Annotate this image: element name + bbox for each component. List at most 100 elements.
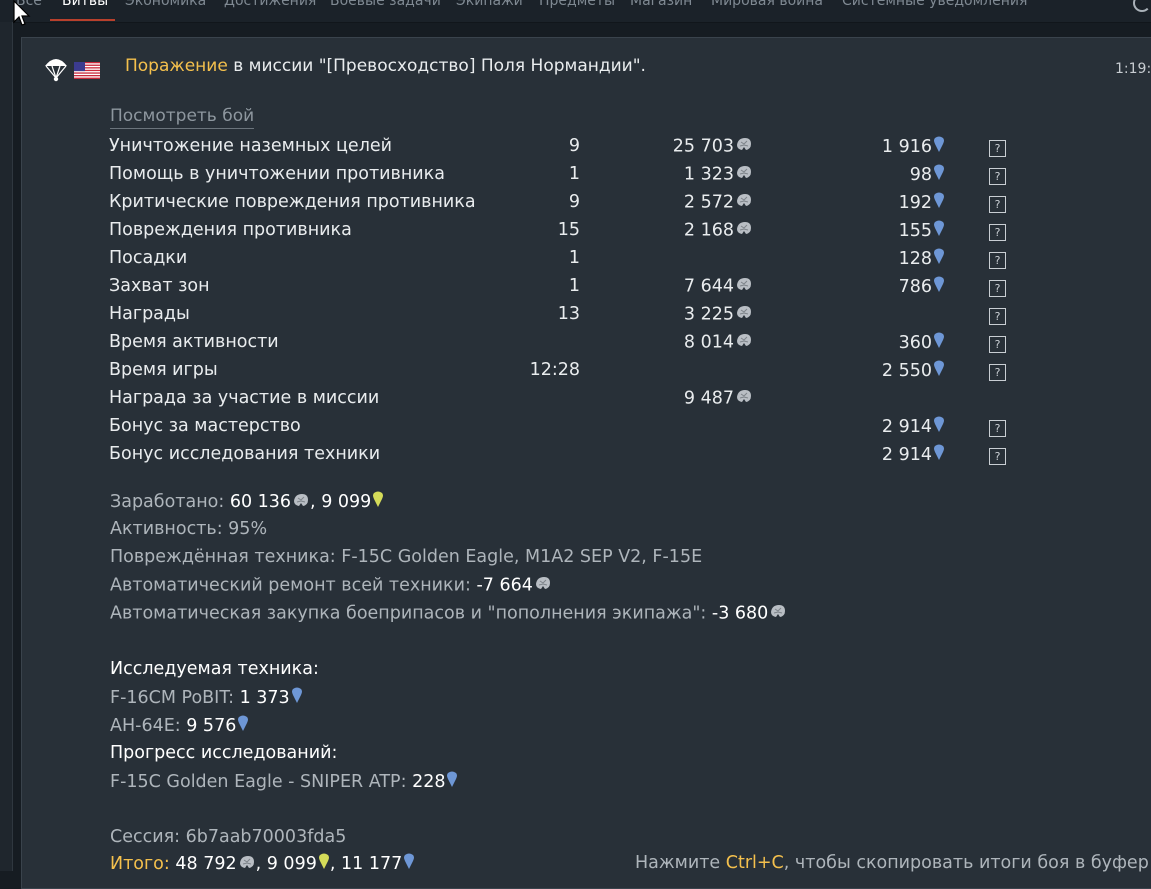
research-point-icon: [933, 248, 945, 270]
row-label: Уничтожение наземных целей: [109, 136, 393, 156]
silver-lion-icon: [238, 854, 256, 875]
row-silver: 2 572: [684, 192, 753, 213]
silver-lion-icon: [292, 492, 310, 513]
message-time: 1:19:: [1115, 61, 1151, 77]
row-research-points: 192: [899, 192, 945, 214]
help-icon[interactable]: ?: [989, 196, 1006, 213]
row-label: Время игры: [109, 360, 218, 380]
silver-lion-icon: [735, 220, 753, 241]
research-vehicle-1: F-16CM PoBIT: 1 373: [110, 687, 303, 709]
row-label: Бонус за мастерство: [109, 416, 301, 436]
convertible-point-icon: [372, 491, 384, 513]
research-point-icon: [446, 771, 458, 793]
tab-system-notifications[interactable]: Системные уведомления: [842, 0, 1027, 9]
row-label: Посадки: [109, 248, 188, 268]
row-silver: 2 168: [684, 220, 753, 241]
research-point-icon: [933, 416, 945, 438]
row-research-points: 360: [899, 332, 945, 354]
research-point-icon: [933, 360, 945, 382]
silver-lion-icon: [735, 388, 753, 409]
silver-lion-icon: [769, 603, 787, 624]
row-silver: 3 225: [684, 304, 753, 325]
row-label: Критические повреждения противника: [109, 192, 476, 212]
silver-lion-icon: [735, 304, 753, 325]
research-point-icon: [933, 192, 945, 214]
row-research-points: 2 914: [882, 416, 945, 438]
row-silver: 25 703: [673, 136, 753, 157]
parachute-icon: [45, 59, 67, 82]
activity-line: Активность: 95%: [110, 519, 268, 539]
research-vehicle-2: AH-64E: 9 576: [110, 715, 249, 737]
help-icon[interactable]: ?: [989, 420, 1006, 437]
research-point-icon: [237, 715, 249, 737]
help-icon[interactable]: ?: [989, 308, 1006, 325]
row-count: 9: [568, 192, 580, 212]
row-research-points: 2 914: [882, 444, 945, 466]
tab-items[interactable]: Предметы: [539, 0, 615, 9]
row-silver: 9 487: [684, 388, 753, 409]
tab-achievements[interactable]: Достижения: [224, 0, 316, 9]
help-icon[interactable]: ?: [989, 140, 1006, 157]
auto-purchase-line: Автоматическая закупка боеприпасов и "по…: [110, 603, 787, 624]
row-silver: 7 644: [684, 276, 753, 297]
tab-crews[interactable]: Экипажи: [456, 0, 523, 9]
research-point-icon: [933, 444, 945, 466]
row-research-points: 2 550: [882, 360, 945, 382]
help-icon[interactable]: ?: [989, 448, 1006, 465]
total-line: Итого: 48 792, 9 099, 11 177: [110, 853, 415, 875]
tab-world-war[interactable]: Мировая война: [711, 0, 823, 9]
watch-battle-link[interactable]: Посмотреть бой: [110, 106, 255, 129]
row-silver: 8 014: [684, 332, 753, 353]
help-icon[interactable]: ?: [989, 224, 1006, 241]
progress-line: F-15C Golden Eagle - SNIPER ATP: 228: [110, 771, 458, 793]
row-count: 1: [568, 164, 580, 184]
row-label: Награда за участие в миссии: [109, 388, 380, 408]
row-research-points: 155: [899, 220, 945, 242]
battle-result: Поражение: [125, 56, 228, 76]
tab-battles[interactable]: Битвы: [62, 0, 108, 9]
research-point-icon: [933, 332, 945, 354]
mission-name: в миссии "[Превосходство] Поля Нормандии…: [227, 56, 646, 76]
row-label: Бонус исследования техники: [109, 444, 381, 464]
help-icon[interactable]: ?: [989, 336, 1006, 353]
auto-repair-line: Автоматический ремонт всей техники: -7 6…: [110, 575, 552, 596]
help-icon[interactable]: ?: [989, 168, 1006, 185]
row-label: Захват зон: [109, 276, 210, 296]
silver-lion-icon: [735, 164, 753, 185]
copy-hint: Нажмите Ctrl+C, чтобы скопировать итоги …: [635, 853, 1151, 873]
row-label: Награды: [109, 304, 190, 324]
damaged-vehicles-line: Повреждённая техника: F-15C Golden Eagle…: [110, 547, 703, 567]
notification-tabs: Все Битвы Экономика Достижения Боевые за…: [0, 0, 1151, 23]
us-flag-icon: [74, 62, 100, 79]
silver-lion-icon: [735, 136, 753, 157]
research-heading: Исследуемая техника:: [110, 659, 319, 679]
help-icon[interactable]: ?: [989, 252, 1006, 269]
silver-lion-icon: [534, 575, 552, 596]
list-scroll-strip[interactable]: [0, 22, 13, 871]
help-icon[interactable]: ?: [989, 280, 1006, 297]
tab-economy[interactable]: Экономика: [125, 0, 206, 9]
row-count: 12:28: [529, 360, 580, 380]
help-icon[interactable]: ?: [989, 364, 1006, 381]
row-silver: 1 323: [684, 164, 753, 185]
row-research-points: 98: [910, 164, 945, 186]
row-label: Время активности: [109, 332, 279, 352]
row-count: 15: [557, 220, 580, 240]
active-tab-indicator: [50, 19, 115, 21]
tab-shop[interactable]: Магазин: [630, 0, 692, 9]
refresh-icon[interactable]: [1133, 0, 1151, 12]
research-point-icon: [933, 136, 945, 158]
row-research-points: 1 916: [882, 136, 945, 158]
research-point-icon: [933, 276, 945, 298]
message-title: Поражение в миссии "[Превосходство] Поля…: [125, 56, 646, 76]
silver-lion-icon: [735, 332, 753, 353]
row-label: Помощь в уничтожении противника: [109, 164, 445, 184]
row-count: 9: [568, 136, 580, 156]
row-label: Повреждения противника: [109, 220, 352, 240]
research-point-icon: [403, 853, 415, 875]
mouse-cursor-icon: [13, 0, 31, 26]
earned-line: Заработано: 60 136, 9 099: [110, 491, 384, 513]
silver-lion-icon: [735, 192, 753, 213]
tab-battle-tasks[interactable]: Боевые задачи: [330, 0, 441, 9]
row-research-points: 786: [899, 276, 945, 298]
